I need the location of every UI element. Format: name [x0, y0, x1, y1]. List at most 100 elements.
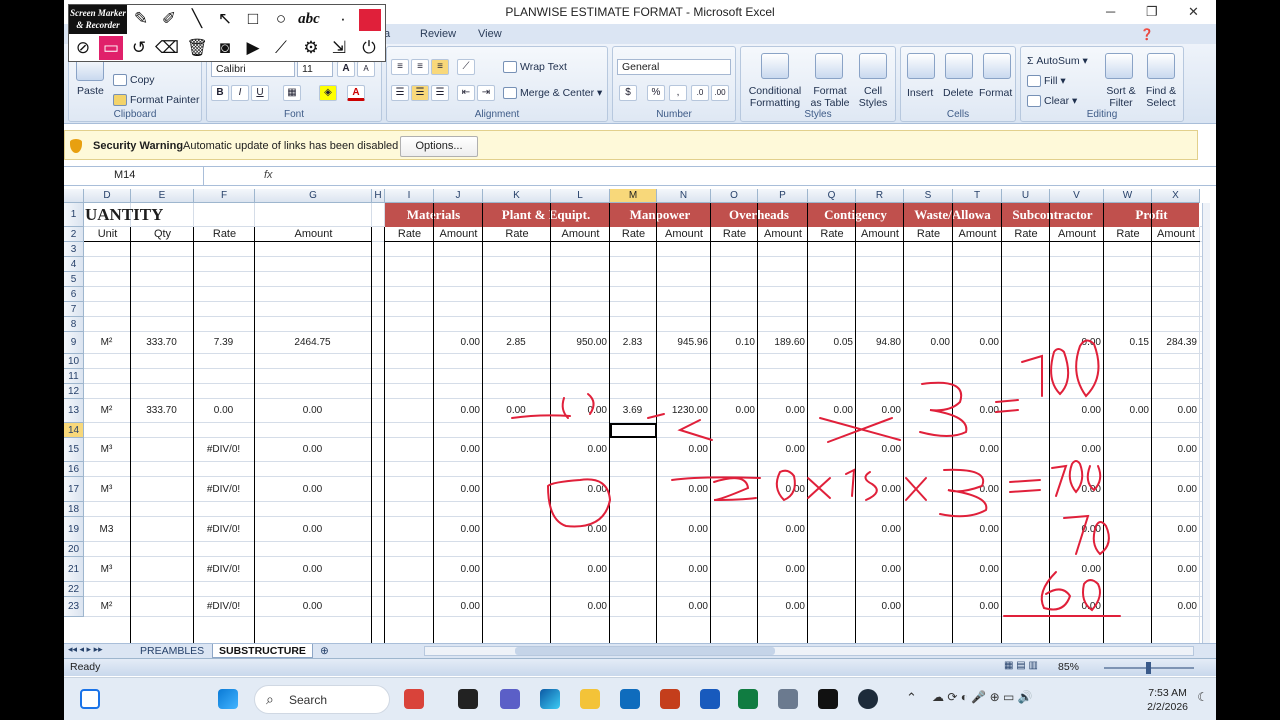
row-header-19[interactable]: 19: [64, 517, 84, 542]
table-cell[interactable]: #DIV/0!: [194, 597, 253, 617]
row-header-18[interactable]: 18: [64, 502, 84, 517]
column-header-e[interactable]: E: [131, 189, 194, 203]
align-center-icon[interactable]: ☰: [411, 85, 429, 101]
font-name-combo[interactable]: Calibri: [211, 61, 295, 77]
table-cell[interactable]: 0.00: [953, 597, 1000, 617]
table-cell[interactable]: 0.00: [434, 477, 481, 502]
scroll-thumb[interactable]: [515, 647, 775, 655]
options-button[interactable]: Options...: [400, 136, 478, 157]
table-cell[interactable]: M³: [84, 557, 129, 582]
copy-button[interactable]: Copy: [113, 74, 155, 87]
line-icon[interactable]: ╲: [185, 7, 209, 31]
store-icon[interactable]: [620, 689, 640, 709]
fill-button[interactable]: Fill ▾: [1027, 75, 1066, 88]
row-header-4[interactable]: 4: [64, 257, 84, 272]
table-cell[interactable]: 0.00: [657, 557, 709, 582]
table-cell[interactable]: 0.00: [856, 438, 902, 462]
table-cell[interactable]: 0.00: [1050, 597, 1102, 617]
format-table-icon[interactable]: [815, 53, 843, 79]
circle-icon[interactable]: ○: [269, 7, 293, 31]
row-header-22[interactable]: 22: [64, 582, 84, 597]
table-cell[interactable]: 0.00: [953, 557, 1000, 582]
dot-icon[interactable]: ·: [331, 7, 355, 31]
camera-icon[interactable]: ◙: [213, 36, 237, 60]
edge-icon[interactable]: [540, 689, 560, 709]
power-icon[interactable]: ⏻: [357, 36, 381, 60]
table-cell[interactable]: 0.00: [434, 597, 481, 617]
notification-icon[interactable]: ☾: [1197, 690, 1208, 704]
table-cell[interactable]: 0.00: [1152, 438, 1198, 462]
table-cell[interactable]: 0.00: [856, 399, 902, 423]
row-header-2[interactable]: 2: [64, 227, 84, 242]
table-cell[interactable]: 0.00: [758, 557, 806, 582]
table-cell[interactable]: 0.00: [758, 517, 806, 542]
table-cell[interactable]: 0.00: [856, 597, 902, 617]
table-cell[interactable]: 2464.75: [255, 332, 370, 354]
table-cell[interactable]: 0.00: [551, 477, 608, 502]
row-header-6[interactable]: 6: [64, 287, 84, 302]
table-cell[interactable]: 0.00: [758, 438, 806, 462]
column-header-l[interactable]: L: [551, 189, 610, 203]
format-icon[interactable]: [983, 53, 1011, 79]
table-cell[interactable]: 0.00: [434, 438, 481, 462]
name-box[interactable]: M14: [64, 167, 204, 185]
row-header-9[interactable]: 9: [64, 332, 84, 354]
table-cell[interactable]: #DIV/0!: [194, 557, 253, 582]
column-header-m[interactable]: M: [610, 189, 657, 203]
worksheet-grid[interactable]: D E F G H I J K L M N O P Q R S T U V W X 1 2 3 4 5 6 7 8 9 10 11 12 13 14…: [64, 189, 1210, 643]
table-cell[interactable]: 0.00: [1050, 517, 1102, 542]
table-cell[interactable]: M²: [84, 332, 129, 354]
table-cell[interactable]: #DIV/0!: [194, 438, 253, 462]
table-cell[interactable]: 189.60: [758, 332, 806, 354]
text-tool-icon[interactable]: abc: [297, 7, 321, 31]
row-header-12[interactable]: 12: [64, 384, 84, 399]
increase-indent-icon[interactable]: ⇥: [477, 85, 495, 101]
table-cell[interactable]: 950.00: [551, 332, 608, 354]
zoom-thumb[interactable]: [1146, 662, 1151, 674]
trash-icon[interactable]: 🗑: [185, 36, 209, 60]
row-header-21[interactable]: 21: [64, 557, 84, 582]
row-header-15[interactable]: 15: [64, 438, 84, 462]
conditional-formatting-button[interactable]: Conditional Formatting: [743, 85, 807, 109]
taskbar-clock[interactable]: 7:53 AM 2/2/2026: [1147, 686, 1188, 714]
video-icon[interactable]: ▶: [241, 36, 265, 60]
tray-chevron-icon[interactable]: ⌃: [906, 690, 917, 706]
hide-icon[interactable]: ⊘: [71, 36, 95, 60]
align-left-icon[interactable]: ☰: [391, 85, 409, 101]
underline-button[interactable]: U: [251, 85, 269, 101]
sheet-tab-substructure[interactable]: SUBSTRUCTURE: [212, 644, 313, 658]
shrink-font-button[interactable]: A: [357, 61, 375, 77]
table-cell[interactable]: 0.00: [657, 477, 709, 502]
column-header-s[interactable]: S: [904, 189, 953, 203]
fx-icon[interactable]: fx: [264, 169, 273, 181]
format-painter-button[interactable]: Format Painter: [113, 94, 199, 107]
table-cell[interactable]: 0.00: [1152, 597, 1198, 617]
borders-icon[interactable]: ▦: [283, 85, 301, 101]
powerpoint-icon[interactable]: [660, 689, 680, 709]
sort-filter-button[interactable]: Sort & Filter: [1101, 85, 1141, 109]
table-cell[interactable]: 0.00: [434, 399, 481, 423]
column-header-w[interactable]: W: [1104, 189, 1152, 203]
table-cell[interactable]: 0.00: [758, 597, 806, 617]
table-cell[interactable]: 0.00: [1104, 399, 1150, 423]
insert-button[interactable]: Insert: [907, 87, 933, 99]
decrease-indent-icon[interactable]: ⇤: [457, 85, 475, 101]
table-cell[interactable]: 1230.00: [657, 399, 709, 423]
table-cell[interactable]: 0.00: [1050, 332, 1102, 354]
align-middle-icon[interactable]: ≡: [411, 59, 429, 75]
table-cell[interactable]: 0.00: [1152, 517, 1198, 542]
percent-button[interactable]: %: [647, 85, 665, 101]
table-cell[interactable]: 0.00: [953, 517, 1000, 542]
settings-icon[interactable]: ⚙: [299, 36, 323, 60]
table-cell[interactable]: 7.39: [194, 332, 253, 354]
widgets-icon[interactable]: [80, 689, 100, 709]
tab-review[interactable]: Review: [420, 28, 456, 40]
column-header-u[interactable]: U: [1002, 189, 1050, 203]
table-cell[interactable]: M3: [84, 517, 129, 542]
row-header-5[interactable]: 5: [64, 272, 84, 287]
table-cell[interactable]: 0.00: [255, 438, 370, 462]
sheet-tab-preambles[interactable]: PREAMBLES: [134, 644, 210, 658]
font-size-combo[interactable]: 11: [297, 61, 333, 77]
column-header-r[interactable]: R: [856, 189, 904, 203]
font-color-icon[interactable]: A: [347, 85, 365, 101]
